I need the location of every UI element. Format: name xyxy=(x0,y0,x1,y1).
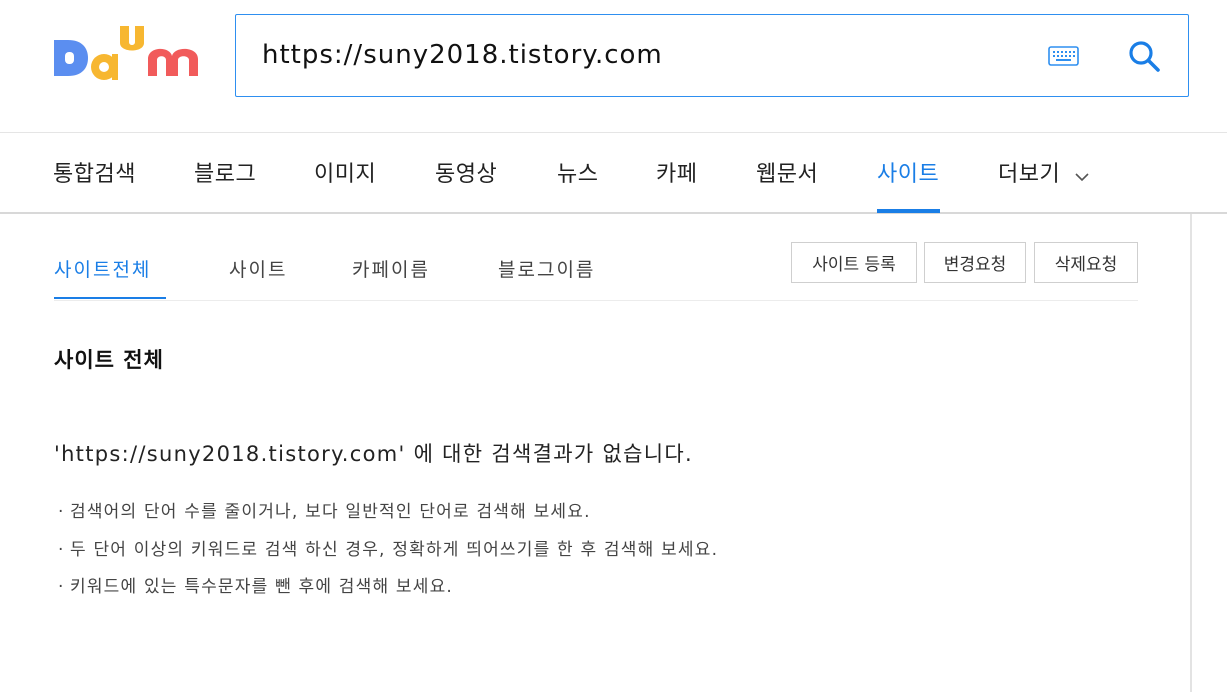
request-delete-button[interactable]: 삭제요청 xyxy=(1034,242,1138,283)
section-title: 사이트 전체 xyxy=(54,348,164,372)
active-subtab-indicator xyxy=(54,297,166,299)
tab-web-docs[interactable]: 웹문서 xyxy=(756,156,818,188)
bullet-icon: · xyxy=(58,502,65,522)
tab-integrated[interactable]: 통합검색 xyxy=(53,156,136,188)
no-result-message: 'https://suny2018.tistory.com' 에 대한 검색결과… xyxy=(54,442,693,466)
active-tab-indicator xyxy=(877,209,940,213)
tip-item: · 두 단어 이상의 키워드로 검색 하신 경우, 정확하게 띄어쓰기를 한 후 … xyxy=(58,535,718,560)
tab-image[interactable]: 이미지 xyxy=(314,156,376,188)
tab-cafe[interactable]: 카페 xyxy=(656,156,697,188)
right-column-border xyxy=(1190,214,1192,692)
tab-site[interactable]: 사이트 xyxy=(877,156,939,188)
request-change-button[interactable]: 변경요청 xyxy=(924,242,1026,283)
subtab-cafe-name[interactable]: 카페이름 xyxy=(352,255,430,282)
tab-news[interactable]: 뉴스 xyxy=(557,156,598,188)
header-divider xyxy=(0,132,1227,133)
tab-more[interactable]: 더보기 xyxy=(998,156,1060,188)
tab-video[interactable]: 동영상 xyxy=(435,156,497,188)
subtab-site[interactable]: 사이트 xyxy=(229,255,287,282)
tip-item: · 키워드에 있는 특수문자를 뺀 후에 검색해 보세요. xyxy=(58,572,453,597)
subtab-blog-name[interactable]: 블로그이름 xyxy=(498,255,595,282)
tip-text: 두 단어 이상의 키워드로 검색 하신 경우, 정확하게 띄어쓰기를 한 후 검… xyxy=(70,540,719,560)
register-site-button[interactable]: 사이트 등록 xyxy=(791,242,917,283)
tab-blog[interactable]: 블로그 xyxy=(194,156,256,188)
search-box xyxy=(235,14,1189,97)
tip-text: 키워드에 있는 특수문자를 뺀 후에 검색해 보세요. xyxy=(70,577,454,597)
daum-logo-mark xyxy=(54,26,198,80)
bullet-icon: · xyxy=(58,577,65,597)
tab-bar-border xyxy=(0,212,1227,214)
subtab-site-all[interactable]: 사이트전체 xyxy=(54,255,151,282)
tip-text: 검색어의 단어 수를 줄이거나, 보다 일반적인 단어로 검색해 보세요. xyxy=(70,502,591,522)
chevron-down-icon[interactable] xyxy=(1075,167,1089,182)
search-input[interactable] xyxy=(262,35,1002,75)
tip-item: · 검색어의 단어 수를 줄이거나, 보다 일반적인 단어로 검색해 보세요. xyxy=(58,497,591,522)
bullet-icon: · xyxy=(58,540,65,560)
daum-logo[interactable] xyxy=(52,26,202,88)
search-icon[interactable] xyxy=(1127,39,1161,73)
sub-tab-divider xyxy=(54,300,1138,301)
keyboard-icon[interactable] xyxy=(1048,46,1079,66)
